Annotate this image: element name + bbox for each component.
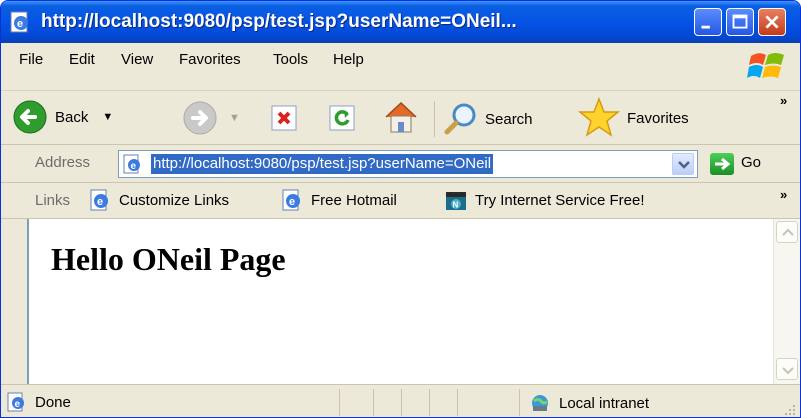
svg-text:e: e [17,18,23,30]
favorites-label: Favorites [627,109,689,127]
back-button[interactable]: Back ▼ [13,100,113,134]
link-label: Free Hotmail [311,191,397,209]
page-content: Hello ONeil Page [27,219,773,384]
resize-grip-icon[interactable] [781,401,797,417]
status-divider [373,389,374,416]
links-bar: Links e Customize Links e Free Hotmail N [1,183,800,219]
link-label: Customize Links [119,191,230,209]
back-label: Back [55,108,89,126]
menu-favorites[interactable]: Favorites [179,51,241,68]
window-left-border [1,219,27,384]
title-bar[interactable]: e http://localhost:9080/psp/test.jsp?use… [1,1,800,43]
back-dropdown-icon[interactable]: ▼ [102,111,113,123]
minimize-button[interactable] [694,8,722,36]
back-arrow-icon [13,100,47,134]
status-divider [457,389,458,416]
maximize-button[interactable] [726,8,754,36]
browser-window: e http://localhost:9080/psp/test.jsp?use… [0,0,801,418]
menu-bar: File Edit View Favorites Tools Help [1,43,800,91]
close-button[interactable] [758,8,786,36]
home-icon[interactable] [381,97,421,137]
menu-file[interactable]: File [19,51,43,68]
go-arrow-icon [715,157,731,171]
svg-text:e: e [131,161,137,172]
chevron-down-icon [782,367,794,375]
links-label: Links [35,192,71,209]
local-intranet-icon [532,395,548,411]
status-text: Done [35,393,71,411]
search-label: Search [485,110,533,128]
forward-arrow-icon [183,101,217,135]
security-zone[interactable]: Local intranet [529,392,649,414]
go-button[interactable] [710,153,734,175]
toolbar-chevron-icon[interactable]: » [780,93,787,108]
forward-button[interactable]: ▼ [183,101,240,135]
address-dropdown-button[interactable] [672,153,694,175]
search-icon [444,103,476,135]
link-try-internet-service[interactable]: N Try Internet Service Free! [445,189,645,211]
address-field[interactable]: e http://localhost:9080/psp/test.jsp?use… [118,150,698,178]
menu-tools[interactable]: Tools [273,51,308,68]
refresh-icon[interactable] [327,103,357,133]
ie-page-icon: e [123,154,140,174]
status-divider [429,389,430,416]
vertical-scrollbar[interactable] [773,219,800,384]
address-value[interactable]: http://localhost:9080/psp/test.jsp?userN… [151,154,494,174]
ie-page-icon: e [9,11,31,33]
status-divider [339,389,340,416]
menu-edit[interactable]: Edit [69,51,95,68]
menu-view[interactable]: View [121,51,153,68]
ie-page-icon: e [282,189,300,211]
search-button[interactable]: Search [443,101,533,137]
page-heading: Hello ONeil Page [51,241,286,277]
toolbar-separator [434,101,435,137]
stop-icon[interactable] [269,103,299,133]
scroll-down-button[interactable] [776,358,798,380]
ie-page-icon: e [7,392,24,412]
windows-logo-icon [747,53,784,78]
svg-text:N: N [453,201,459,210]
favorites-star-icon [577,97,621,137]
standard-toolbar: Back ▼ ▼ Search Favorites » [1,91,800,145]
menu-help[interactable]: Help [333,51,364,68]
address-bar: Address e http://localhost:9080/psp/test… [1,145,800,183]
link-label: Try Internet Service Free! [475,191,645,209]
status-divider [401,389,402,416]
ie-page-icon: e [90,189,108,211]
svg-text:e: e [97,196,103,208]
forward-dropdown-icon[interactable]: ▼ [229,112,240,124]
status-divider [519,389,520,416]
zone-label: Local intranet [559,394,650,412]
scroll-up-button[interactable] [776,221,798,243]
link-free-hotmail[interactable]: e Free Hotmail [281,189,397,211]
link-customize-links[interactable]: e Customize Links [89,189,229,211]
go-label[interactable]: Go [741,154,761,171]
address-label: Address [35,154,91,171]
favorites-button[interactable]: Favorites [577,97,689,139]
netscape-icon: N [446,192,466,210]
status-bar: e Done Local intranet [1,384,800,417]
svg-text:e: e [289,196,295,208]
window-title: http://localhost:9080/psp/test.jsp?userN… [41,11,517,32]
status-text-area: e Done [7,392,71,412]
links-chevron-icon[interactable]: » [780,187,787,202]
svg-text:e: e [15,399,21,410]
chevron-down-icon [678,161,690,169]
chevron-up-icon [782,228,794,236]
